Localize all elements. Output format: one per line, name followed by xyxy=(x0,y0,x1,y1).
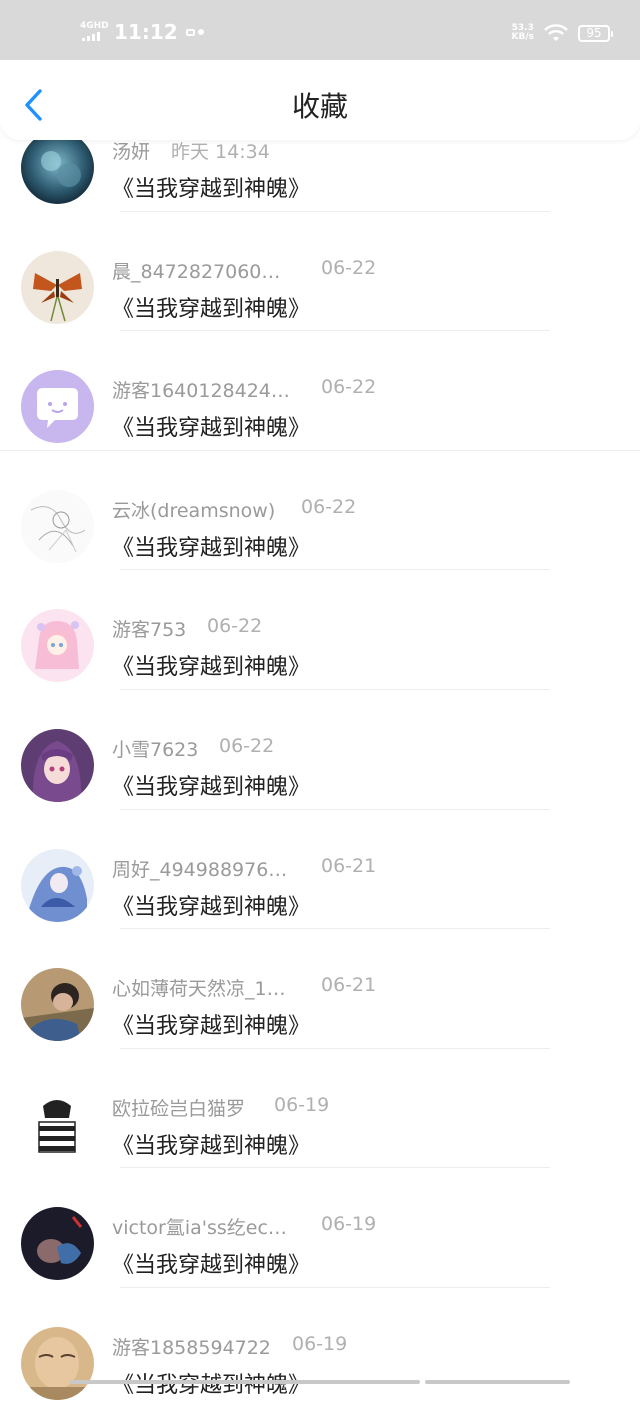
list-item[interactable]: victor氲ia'ss纥ec… 06-19 《当我穿越到神魄》 xyxy=(0,1166,640,1288)
book-title[interactable]: 《当我穿越到神魄》 xyxy=(112,769,310,801)
message-icon xyxy=(185,28,195,36)
item-date: 06-22 xyxy=(207,615,263,638)
favorites-list: 汤妍 昨天 14:34 《当我穿越到神魄》 晨_8472827060… 06-2… xyxy=(0,90,640,1406)
item-date: 昨天 14:34 xyxy=(171,141,270,163)
item-date: 06-22 xyxy=(321,376,377,399)
item-meta: 游客753 06-22 xyxy=(112,615,262,642)
book-title[interactable]: 《当我穿越到神魄》 xyxy=(112,1008,310,1040)
list-item[interactable]: 游客1858594722 06-19 《当我穿越到神魄》 xyxy=(0,1286,640,1406)
cellular-signal-icon: 4GHD xyxy=(80,22,110,42)
home-indicator[interactable] xyxy=(70,1380,420,1384)
user-name: 汤妍 xyxy=(112,141,151,163)
list-item[interactable]: 晨_8472827060… 06-22 《当我穿越到神魄》 xyxy=(0,210,640,332)
item-meta: 游客1858594722 06-19 xyxy=(112,1333,347,1360)
item-meta: 心如薄荷天然凉_1… 06-21 xyxy=(112,974,376,1001)
network-type: 4GHD xyxy=(80,21,109,31)
avatar[interactable] xyxy=(21,1326,94,1400)
avatar[interactable] xyxy=(21,489,94,563)
network-speed: 53.3 KB/s xyxy=(512,24,534,42)
book-title[interactable]: 《当我穿越到神魄》 xyxy=(112,1128,310,1160)
status-bar: 4GHD 11:12 53.3 KB/s 95 xyxy=(0,0,640,60)
notification-icons xyxy=(185,28,204,36)
avatar[interactable] xyxy=(21,1087,94,1161)
list-item[interactable]: 云冰(dreamsnow) 06-22 《当我穿越到神魄》 xyxy=(0,449,640,571)
item-meta: 小雪7623 06-22 xyxy=(112,735,274,762)
book-title[interactable]: 《当我穿越到神魄》 xyxy=(112,889,310,921)
page-title: 收藏 xyxy=(291,90,348,123)
item-date: 06-21 xyxy=(321,974,377,997)
item-date: 06-22 xyxy=(219,734,275,757)
list-item[interactable]: 游客1640128424… 06-22 《当我穿越到神魄》 xyxy=(0,329,640,451)
user-name: 晨_8472827060… xyxy=(112,260,281,283)
list-item[interactable]: 欧拉硷岂白猫罗 06-19 《当我穿越到神魄》 xyxy=(0,1047,640,1169)
book-title[interactable]: 《当我穿越到神魄》 xyxy=(112,171,310,203)
item-meta: victor氲ia'ss纥ec… 06-19 xyxy=(112,1213,376,1240)
avatar[interactable] xyxy=(21,609,94,683)
book-title[interactable]: 《当我穿越到神魄》 xyxy=(112,1247,310,1279)
user-name: 云冰(dreamsnow) xyxy=(112,499,276,522)
speed-unit: KB/s xyxy=(511,32,534,42)
avatar[interactable] xyxy=(21,968,94,1042)
avatar[interactable] xyxy=(21,728,94,802)
item-meta: 汤妍 昨天 14:34 xyxy=(112,137,270,164)
list-item[interactable]: 小雪7623 06-22 《当我穿越到神魄》 xyxy=(0,688,640,810)
user-name: 周好_494988976… xyxy=(112,858,288,881)
wifi-icon xyxy=(544,24,568,41)
item-date: 06-22 xyxy=(301,495,357,518)
list-item[interactable]: 周好_494988976… 06-21 《当我穿越到神魄》 xyxy=(0,808,640,930)
user-name: 欧拉硷岂白猫罗 xyxy=(112,1097,246,1120)
dot-icon xyxy=(197,29,204,35)
item-meta: 游客1640128424… 06-22 xyxy=(112,376,376,403)
book-title[interactable]: 《当我穿越到神魄》 xyxy=(112,649,310,681)
item-meta: 欧拉硷岂白猫罗 06-19 xyxy=(112,1094,329,1121)
item-meta: 周好_494988976… 06-21 xyxy=(112,855,376,882)
book-title[interactable]: 《当我穿越到神魄》 xyxy=(112,291,310,323)
user-name: victor氲ia'ss纥ec… xyxy=(112,1217,287,1240)
item-meta: 云冰(dreamsnow) 06-22 xyxy=(112,496,356,523)
item-date: 06-21 xyxy=(321,854,377,877)
avatar[interactable] xyxy=(21,1207,94,1281)
book-title[interactable]: 《当我穿越到神魄》 xyxy=(112,530,310,562)
item-date: 06-19 xyxy=(292,1332,348,1355)
user-name: 心如薄荷天然凉_1… xyxy=(112,978,286,1001)
user-name: 游客1640128424… xyxy=(112,380,290,403)
book-title[interactable]: 《当我穿越到神魄》 xyxy=(112,410,310,442)
list-item[interactable]: 心如薄荷天然凉_1… 06-21 《当我穿越到神魄》 xyxy=(0,927,640,1049)
item-date: 06-19 xyxy=(274,1093,330,1116)
nav-bar: 收藏 xyxy=(0,58,640,140)
clock: 11:12 xyxy=(114,20,178,44)
avatar[interactable] xyxy=(21,848,94,922)
avatar[interactable] xyxy=(21,370,94,444)
list-item[interactable]: 游客753 06-22 《当我穿越到神魄》 xyxy=(0,568,640,690)
item-date: 06-22 xyxy=(321,256,377,279)
avatar[interactable] xyxy=(21,250,94,324)
user-name: 游客1858594722 xyxy=(112,1336,271,1359)
battery-icon: 95 xyxy=(578,24,613,42)
home-indicator-secondary xyxy=(425,1380,570,1384)
avatar[interactable] xyxy=(21,131,94,204)
user-name: 游客753 xyxy=(112,619,187,642)
item-meta: 晨_8472827060… 06-22 xyxy=(112,257,376,284)
item-date: 06-19 xyxy=(321,1213,377,1236)
user-name: 小雪7623 xyxy=(112,738,199,761)
